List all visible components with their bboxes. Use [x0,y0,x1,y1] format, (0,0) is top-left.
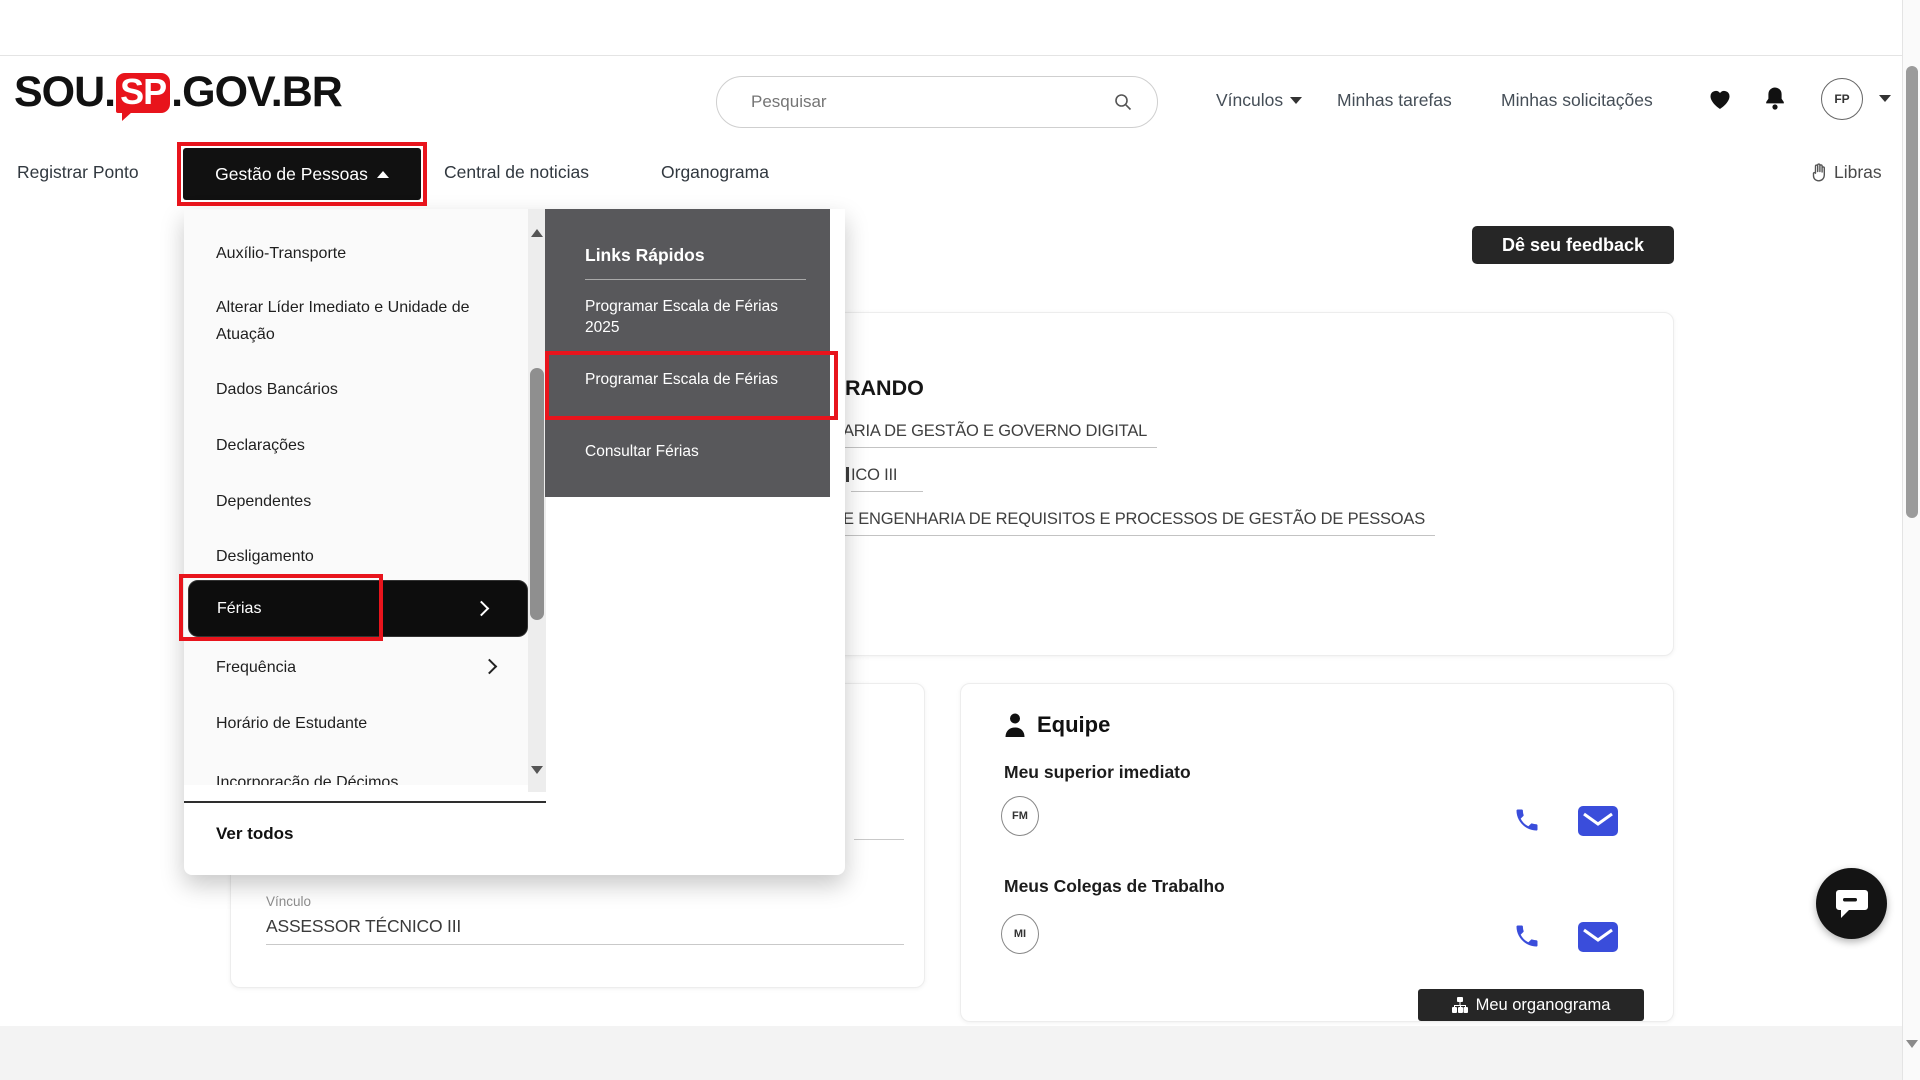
menu-scrollbar[interactable] [528,209,546,792]
vinculos-menu[interactable]: Vínculos [1216,86,1302,114]
user-avatar[interactable]: FP [1821,78,1863,120]
colega-initials: MI [1014,928,1026,940]
email-icon[interactable] [1578,806,1618,836]
menu-scrollbar-thumb[interactable] [530,368,544,620]
colegas-label: Meus Colegas de Trabalho [1004,876,1225,897]
footer-strip [0,1026,1902,1080]
search-icon[interactable] [1113,92,1133,112]
logo-gov-text: .GOV.BR [171,68,342,117]
search-bar[interactable] [716,76,1158,128]
menu-item-dependentes[interactable]: Dependentes [216,488,518,515]
search-input[interactable] [751,92,1113,112]
menu-item-ferias[interactable]: Férias [188,580,528,637]
gestao-de-pessoas-dropdown: Auxílio-Transporte Alterar Líder Imediat… [184,209,845,875]
minhas-solicitacoes-label: Minhas solicitações [1501,90,1653,111]
profile-link-secretaria[interactable]: ARIA DE GESTÃO E GOVERNO DIGITAL [843,422,1157,448]
feedback-button-label: Dê seu feedback [1502,235,1644,256]
vinculos-label: Vínculos [1216,90,1283,111]
chat-fab-button[interactable] [1816,868,1887,939]
phone-icon[interactable] [1513,806,1541,834]
nav-organograma[interactable]: Organograma [661,162,769,183]
gestao-de-pessoas-label: Gestão de Pessoas [215,164,368,185]
hand-icon [1810,162,1829,183]
page-scrollbar[interactable] [1902,0,1920,1080]
email-icon[interactable] [1578,922,1618,952]
nav-registrar-ponto[interactable]: Registrar Ponto [17,162,139,183]
feedback-button[interactable]: Dê seu feedback [1472,226,1674,264]
sou-sp-gov-logo[interactable]: SOU.SP.GOV.BR [14,68,342,117]
logo-sou-text: SOU. [14,68,115,117]
phone-icon[interactable] [1513,922,1541,950]
menu-divider [184,801,546,803]
vinculo-label: Vínculo [266,894,311,909]
chevron-down-icon [1290,97,1302,104]
profile-chevron-down-icon[interactable] [1879,95,1891,102]
meu-organograma-label: Meu organograma [1476,996,1611,1015]
colega-avatar: MI [1001,914,1039,954]
person-icon [1003,712,1027,738]
menu-item-alterar-lider[interactable]: Alterar Líder Imediato e Unidade de Atua… [216,294,518,348]
profile-link-departamento[interactable]: E ENGENHARIA DE REQUISITOS E PROCESSOS D… [843,510,1435,536]
chat-bubble-icon [1835,888,1869,920]
superior-avatar: FM [1001,796,1039,836]
sp-speech-bubble-icon: SP [116,73,170,113]
libras-label: Libras [1834,162,1882,183]
menu-item-auxilio-transporte[interactable]: Auxílio-Transporte [216,240,518,267]
chevron-up-icon [377,171,389,178]
links-rapidos-title: Links Rápidos [585,245,705,266]
links-rapidos-submenu: Links Rápidos Programar Escala de Férias… [545,209,830,497]
nav-gestao-de-pessoas[interactable]: Gestão de Pessoas [183,148,421,200]
ferias-label: Férias [217,600,261,618]
menu-item-declaracoes[interactable]: Declarações [216,432,518,459]
superior-label: Meu superior imediato [1004,762,1191,783]
equipe-title: Equipe [1037,712,1110,738]
scroll-up-arrow-icon[interactable] [531,229,543,237]
menu-scroll-viewport: Auxílio-Transporte Alterar Líder Imediat… [184,209,546,785]
libras-button[interactable]: Libras [1810,162,1882,183]
scroll-down-arrow-icon[interactable] [531,766,543,774]
equipe-card: Equipe Meu superior imediato FM Meus Col… [960,683,1674,1022]
page-scrollbar-thumb[interactable] [1906,66,1918,518]
vinculo-value: ASSESSOR TÉCNICO III [266,916,461,937]
menu-item-ver-todos[interactable]: Ver todos [216,824,293,844]
notifications-bell-icon[interactable] [1763,86,1787,111]
submenu-item-programar[interactable]: Programar Escala de Férias [585,369,795,390]
profile-name-fragment: RANDO [845,376,924,401]
submenu-item-programar-2025[interactable]: Programar Escala de Férias 2025 [585,296,795,338]
minhas-tarefas-link[interactable]: Minhas tarefas [1337,86,1452,114]
menu-item-desligamento[interactable]: Desligamento [216,543,518,570]
menu-item-dados-bancarios[interactable]: Dados Bancários [216,376,518,403]
profile-link-cargo[interactable]: ICO III [851,466,923,492]
superior-initials: FM [1012,810,1028,822]
nav-central-de-noticias[interactable]: Central de noticias [444,162,589,183]
page-scroll-down-arrow-icon[interactable] [1906,1040,1918,1048]
chevron-right-icon [474,601,490,617]
clipped-letter-stroke [846,467,849,482]
menu-item-horario-estudante[interactable]: Horário de Estudante [216,710,518,737]
submenu-title-underline [585,279,806,280]
org-chart-icon [1452,997,1468,1013]
minhas-solicitacoes-link[interactable]: Minhas solicitações [1501,86,1653,114]
minhas-tarefas-label: Minhas tarefas [1337,90,1452,111]
user-initials: FP [1834,92,1849,106]
submenu-item-consultar[interactable]: Consultar Férias [585,441,795,462]
menu-item-frequencia[interactable]: Frequência [216,654,518,681]
vinculo-underline [266,944,904,945]
meu-organograma-button[interactable]: Meu organograma [1418,989,1644,1021]
browser-top-strip [0,0,1920,56]
hidden-field-underline [854,839,904,840]
favorites-heart-icon[interactable] [1708,88,1732,110]
menu-item-incorporacao-decimos[interactable]: Incorporação de Décimos [216,769,518,785]
